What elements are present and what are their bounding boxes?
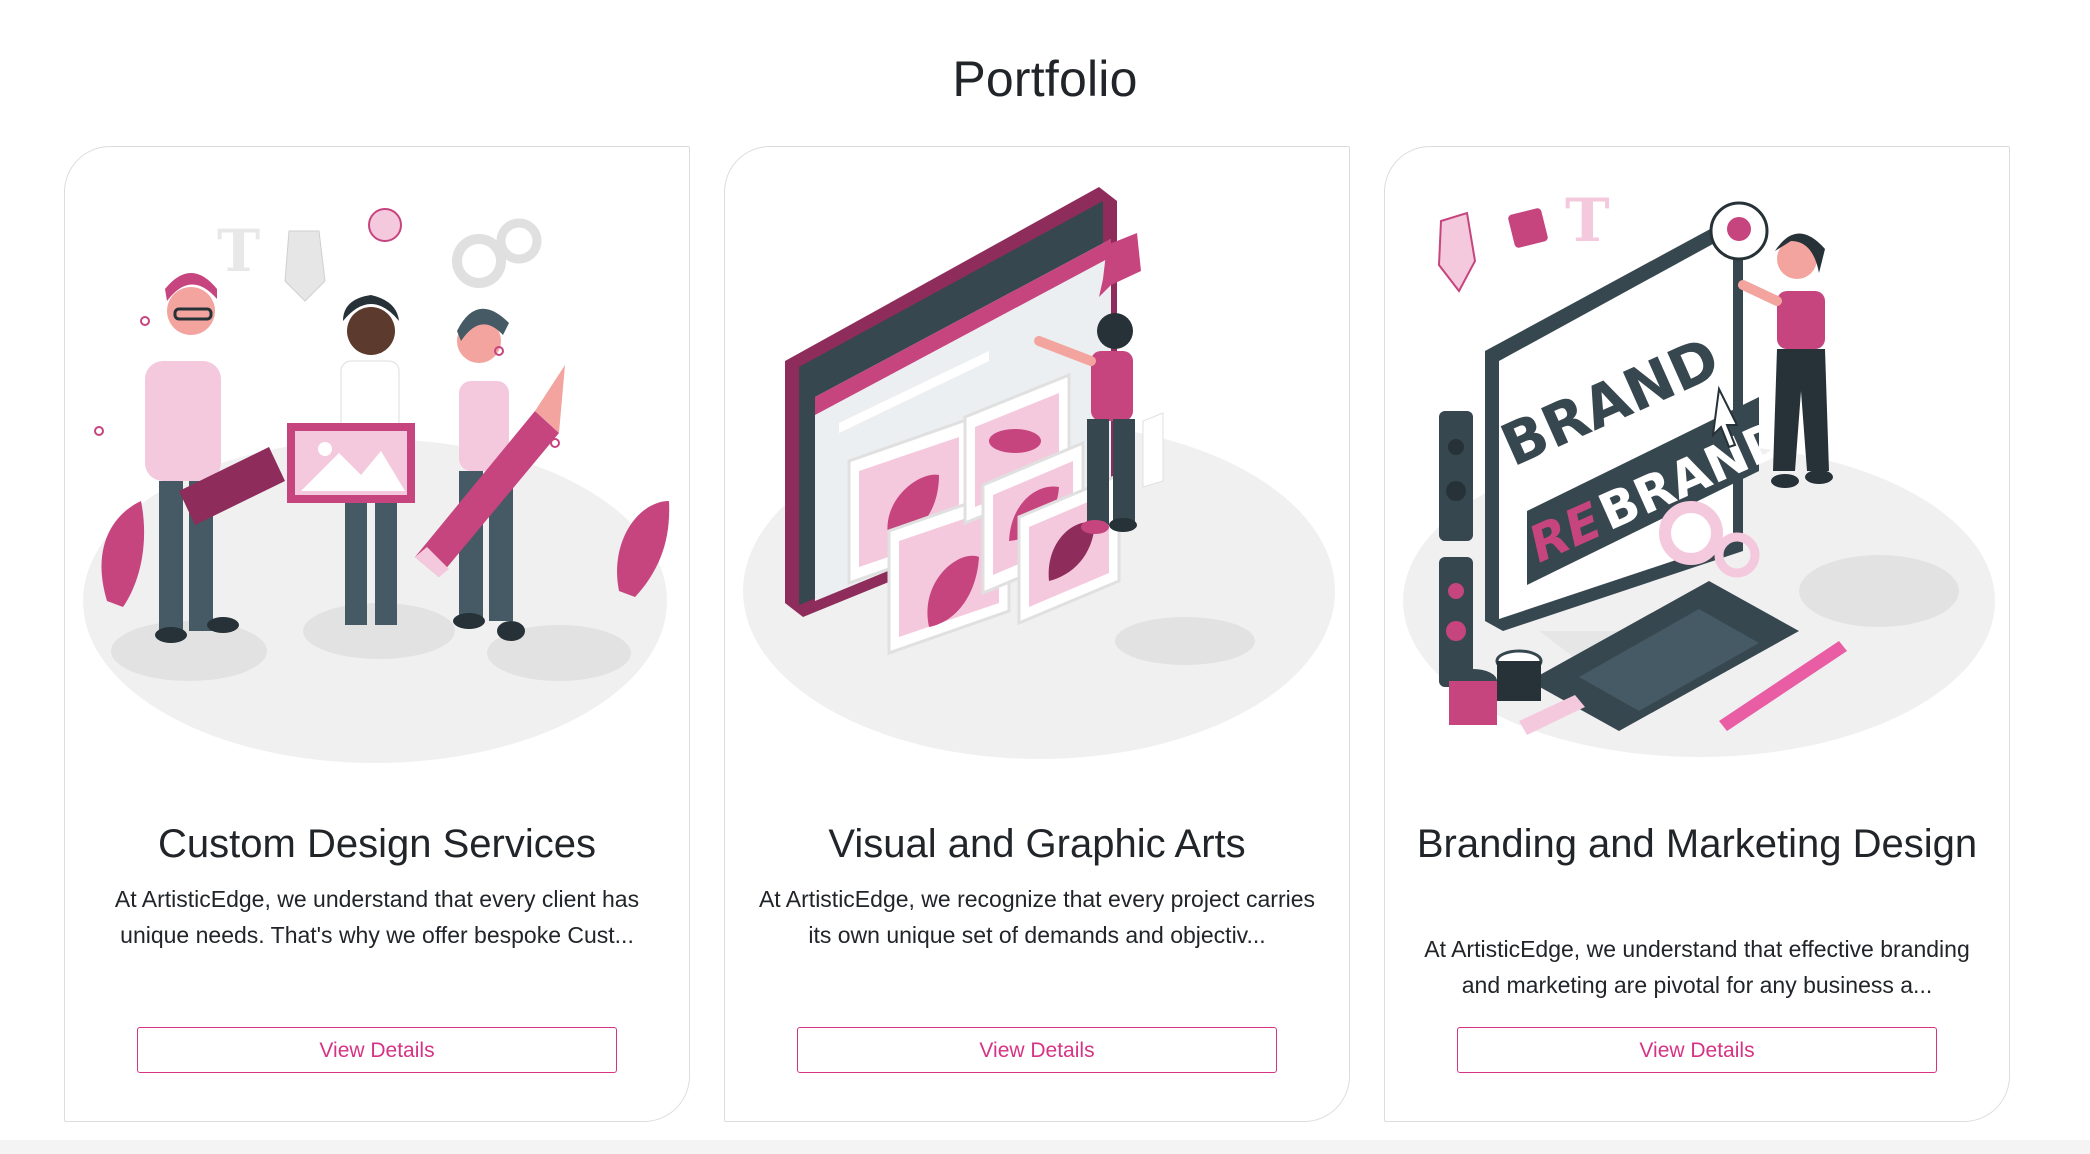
t-letter-text: T	[1565, 186, 1610, 256]
card-description: At ArtisticEdge, we recognize that every…	[758, 886, 1316, 948]
view-details-button[interactable]: View Details	[797, 1027, 1277, 1073]
rebrand-monitor-illustration: BRAND RE BRAND T	[1399, 161, 1997, 801]
card-title: Visual and Graphic Arts	[828, 822, 1246, 866]
design-team-illustration: T	[79, 161, 677, 801]
portfolio-card: Visual and Graphic Arts At ArtisticEdge,…	[724, 146, 1350, 1122]
portfolio-card: BRAND RE BRAND T Branding and Marketing …	[1384, 146, 2010, 1122]
art-gallery-screen-illustration	[739, 161, 1337, 801]
portfolio-cards: T Custom Design Services At ArtisticEdge…	[64, 146, 2010, 1122]
portfolio-card: T Custom Design Services At ArtisticEdge…	[64, 146, 690, 1122]
page-bottom-divider	[0, 1140, 2090, 1154]
view-details-button[interactable]: View Details	[137, 1027, 617, 1073]
section-title: Portfolio	[952, 51, 1138, 107]
portfolio-page: Portfolio T Custom Design Services At Ar…	[0, 0, 2090, 1154]
card-title: Custom Design Services	[158, 822, 596, 866]
card-title: Branding and Marketing Design	[1416, 822, 1978, 866]
card-description: At ArtisticEdge, we understand that ever…	[114, 886, 640, 948]
svg-text:T: T	[217, 217, 260, 285]
card-description: At ArtisticEdge, we understand that effe…	[1424, 936, 1970, 998]
view-details-button[interactable]: View Details	[1457, 1027, 1937, 1073]
